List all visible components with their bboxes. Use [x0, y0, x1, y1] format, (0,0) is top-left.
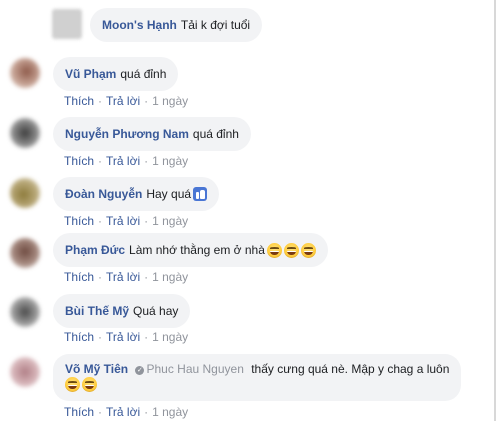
comment-timestamp[interactable]: 1 ngày [152, 94, 188, 108]
comment-actions: Thích · Trả lời · 1 ngày [64, 270, 188, 284]
separator: · [98, 405, 103, 419]
comment-text: Hay quá [146, 187, 192, 201]
separator: · [144, 405, 149, 419]
comment-bubble: Võ Mỹ Tiên ✓ Phuc Hau Nguyen thấy cưng qu… [53, 354, 462, 401]
separator: · [144, 330, 149, 344]
grinning-sweat-emoji [82, 377, 97, 392]
reply-link[interactable]: Trả lời [106, 154, 140, 168]
separator: · [144, 94, 149, 108]
comment-bubble: Moon's Hạnh Tải k đợi tuổi [90, 8, 263, 42]
comment-timestamp[interactable]: 1 ngày [152, 330, 188, 344]
avatar[interactable] [10, 58, 40, 88]
like-link[interactable]: Thích [64, 214, 94, 228]
like-link[interactable]: Thích [64, 270, 94, 284]
reply-link[interactable]: Trả lời [106, 94, 140, 108]
avatar[interactable] [10, 118, 40, 148]
comment-bubble: Đoàn Nguyễn Hay quá [53, 177, 220, 211]
comment-text: Làm nhớ thằng em ở nhà [129, 243, 265, 257]
tagged-user-name[interactable]: Phuc Hau Nguyen [146, 362, 243, 376]
comment-text: Quá hay [133, 304, 179, 318]
comment-actions: Thích · Trả lời · 1 ngày [64, 154, 188, 168]
separator: · [98, 154, 103, 168]
grinning-sweat-emoji [283, 242, 299, 258]
comment-text: quá đỉnh [192, 127, 239, 141]
check-icon: ✓ [135, 366, 145, 375]
comment-text: quá đỉnh [120, 67, 167, 81]
comment-timestamp[interactable]: 1 ngày [152, 405, 188, 419]
comment-actions: Thích · Trả lời · 1 ngày [64, 405, 188, 419]
avatar[interactable] [10, 357, 40, 387]
avatar[interactable] [52, 9, 82, 39]
comment-timestamp[interactable]: 1 ngày [152, 214, 188, 228]
grinning-sweat-emoji [65, 377, 80, 392]
commenter-name[interactable]: Phạm Đức [65, 243, 125, 257]
like-link[interactable]: Thích [64, 94, 94, 108]
separator: · [98, 214, 103, 228]
tagged-user[interactable]: ✓ Phuc Hau Nguyen [135, 362, 244, 376]
reply-link[interactable]: Trả lời [106, 405, 140, 419]
comment-timestamp[interactable]: 1 ngày [152, 270, 188, 284]
commenter-name[interactable]: Đoàn Nguyễn [65, 187, 142, 201]
separator: · [144, 270, 149, 284]
like-thumb-icon [193, 187, 208, 201]
comment-bubble: Vũ Phạm quá đỉnh [53, 57, 179, 91]
comment-text: thấy cưng quá nè. Mập y chag a luôn [251, 362, 450, 376]
separator: · [98, 94, 103, 108]
avatar[interactable] [10, 297, 40, 327]
avatar[interactable] [10, 178, 40, 208]
comment-timestamp[interactable]: 1 ngày [152, 154, 188, 168]
separator: · [144, 154, 149, 168]
like-link[interactable]: Thích [64, 330, 94, 344]
like-link[interactable]: Thích [64, 154, 94, 168]
comment-actions: Thích · Trả lời · 1 ngày [64, 330, 188, 344]
grinning-sweat-emoji [300, 242, 316, 258]
commenter-name[interactable]: Moon's Hạnh [102, 18, 177, 32]
comment-bubble: Nguyễn Phương Nam quá đỉnh [53, 117, 251, 151]
comment-bubble: Phạm Đức Làm nhớ thằng em ở nhà [53, 233, 328, 267]
commenter-name[interactable]: Vũ Phạm [65, 67, 116, 81]
avatar[interactable] [10, 238, 40, 268]
separator: · [98, 330, 103, 344]
reply-link[interactable]: Trả lời [106, 214, 140, 228]
grinning-sweat-emoji [266, 242, 282, 258]
comment-bubble: Bùi Thế Mỹ Quá hay [53, 294, 191, 328]
comment-thread: Moon's Hạnh Tải k đợi tuổi Vũ Phạm quá đ… [0, 0, 496, 421]
comment-actions: Thích · Trả lời · 1 ngày [64, 214, 188, 228]
commenter-name[interactable]: Nguyễn Phương Nam [65, 127, 189, 141]
comment-actions: Thích · Trả lời · 1 ngày [64, 94, 188, 108]
reply-link[interactable]: Trả lời [106, 330, 140, 344]
separator: · [98, 270, 103, 284]
commenter-name[interactable]: Bùi Thế Mỹ [65, 304, 129, 318]
comment-text: Tải k đợi tuổi [180, 18, 251, 32]
like-link[interactable]: Thích [64, 405, 94, 419]
separator: · [144, 214, 149, 228]
commenter-name[interactable]: Võ Mỹ Tiên [65, 362, 128, 376]
reply-link[interactable]: Trả lời [106, 270, 140, 284]
